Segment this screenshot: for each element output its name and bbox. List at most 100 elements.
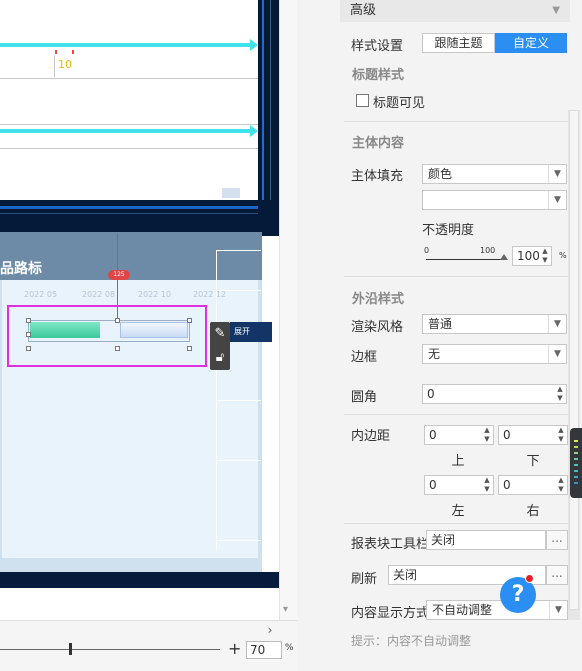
- radius-value: 0: [427, 387, 435, 401]
- edit-icon[interactable]: ✎: [210, 322, 230, 346]
- chevron-down-icon: ▼: [548, 345, 566, 363]
- expand-tab[interactable]: 展开: [230, 322, 272, 342]
- padding-bottom-label: 下: [526, 454, 540, 469]
- toolbar-field[interactable]: 关闭: [426, 530, 546, 550]
- toolbar-label: 报表块工具栏: [351, 537, 430, 552]
- cyan-series-line: [0, 39, 258, 51]
- refresh-more-button[interactable]: ...: [546, 565, 568, 585]
- padding-right-label: 右: [526, 504, 540, 519]
- spinner-icon[interactable]: ▲ ▼: [481, 426, 493, 444]
- refresh-label: 刷新: [351, 572, 378, 587]
- unlock-icon[interactable]: 🔓︎: [210, 346, 230, 370]
- advanced-header-label: 高级: [350, 3, 377, 18]
- chevron-down-icon: ▼: [548, 191, 566, 209]
- floating-toolbar: ✎ 🔓︎: [210, 322, 230, 370]
- grid-line: [0, 124, 258, 125]
- padding-top-value: 0: [429, 428, 437, 442]
- render-style-select[interactable]: 普通 ▼: [422, 314, 567, 334]
- padding-right-value: 0: [503, 478, 511, 492]
- side-meter-widget[interactable]: [570, 428, 582, 498]
- zoom-input[interactable]: 70: [246, 641, 282, 659]
- display-mode-select[interactable]: 不自动调整 ▼: [426, 600, 568, 620]
- fill-color-picker[interactable]: ▼: [422, 190, 567, 210]
- tick-mark: [72, 50, 74, 54]
- panel-scrollbar[interactable]: [568, 110, 580, 620]
- follow-theme-button[interactable]: 跟随主题: [422, 33, 495, 53]
- render-style-value: 普通: [428, 317, 453, 331]
- canvas-vertical-scrollbar[interactable]: ▾: [279, 0, 297, 620]
- title-visible-checkbox[interactable]: [356, 94, 369, 107]
- zoom-slider-track[interactable]: [0, 649, 220, 650]
- padding-left-input[interactable]: 0 ▲ ▼: [424, 475, 494, 495]
- opacity-slider-thumb[interactable]: [500, 254, 508, 260]
- zoom-slider-thumb[interactable]: [69, 643, 72, 655]
- divider: [344, 121, 570, 122]
- canvas-bottom: [0, 572, 279, 620]
- advanced-header[interactable]: 高级 ▼: [340, 0, 570, 22]
- divider: [344, 523, 570, 524]
- border-section: 外沿样式: [352, 292, 405, 307]
- body-fill-label: 主体填充: [351, 169, 404, 184]
- toolbar-more-button[interactable]: ...: [546, 530, 568, 550]
- opacity-slider-track[interactable]: [426, 259, 506, 260]
- spinner-icon[interactable]: ▲ ▼: [481, 476, 493, 494]
- border-select[interactable]: 无 ▼: [422, 344, 567, 364]
- padding-bottom-input[interactable]: 0 ▲ ▼: [498, 425, 568, 445]
- padding-top-input[interactable]: 0 ▲ ▼: [424, 425, 494, 445]
- chevron-down-icon: ▼: [548, 165, 566, 183]
- render-style-label: 渲染风格: [351, 320, 404, 335]
- style-setting-label: 样式设置: [351, 39, 404, 54]
- padding-right-input[interactable]: 0 ▲ ▼: [498, 475, 568, 495]
- chevron-down-icon: ▼: [549, 601, 567, 619]
- custom-style-button[interactable]: 自定义: [495, 33, 567, 53]
- spinner-icon[interactable]: ▲ ▼: [539, 247, 551, 265]
- zoom-unit: %: [285, 643, 294, 653]
- chart-title: 品路标: [0, 261, 42, 277]
- grid-line: [0, 148, 258, 149]
- collapse-icon[interactable]: ▼: [552, 0, 560, 22]
- dark-band: [0, 200, 279, 236]
- border-label: 边框: [351, 350, 378, 365]
- body-fill-select[interactable]: 颜色 ▼: [422, 164, 567, 184]
- spinner-icon[interactable]: ▲ ▼: [555, 476, 567, 494]
- padding-label: 内边距: [351, 429, 391, 444]
- padding-left-label: 左: [451, 504, 465, 519]
- grid-line: [0, 78, 258, 79]
- title-visible-label: 标题可见: [373, 96, 426, 111]
- design-canvas[interactable]: 10 品路标 2022 05 2022 08 2022 10 2022 12 1…: [0, 0, 279, 620]
- opacity-label: 不透明度: [422, 223, 475, 238]
- opacity-max-label: 100: [480, 246, 496, 255]
- right-frame-lines: [216, 250, 261, 550]
- status-bar: › + 70 %: [0, 620, 297, 671]
- divider: [344, 276, 570, 277]
- report-block-top[interactable]: [0, 0, 258, 200]
- axis-value-label: 10: [58, 58, 72, 71]
- spinner-icon[interactable]: ▲ ▼: [554, 385, 566, 403]
- opacity-input[interactable]: 100 ▲ ▼: [512, 246, 552, 266]
- zoom-in-button[interactable]: +: [228, 639, 241, 658]
- mini-selection: [222, 188, 240, 198]
- scroll-right-icon[interactable]: ›: [262, 623, 278, 637]
- scroll-down-icon[interactable]: ▾: [283, 604, 288, 615]
- grid-line: [54, 55, 55, 77]
- dark-frame-edge: [258, 0, 279, 212]
- date-tick: 2022 08: [82, 290, 116, 299]
- body-fill-value: 颜色: [428, 167, 453, 181]
- title-style-section: 标题样式: [352, 68, 405, 83]
- spinner-icon[interactable]: ▲ ▼: [555, 426, 567, 444]
- date-tick: 2022 10: [138, 290, 172, 299]
- radius-input[interactable]: 0 ▲ ▼: [422, 384, 567, 404]
- padding-left-value: 0: [429, 478, 437, 492]
- divider: [344, 414, 570, 415]
- selection-rectangle[interactable]: [7, 305, 207, 367]
- tick-mark: [55, 50, 57, 54]
- display-mode-label: 内容显示方式: [351, 606, 430, 621]
- radius-label: 圆角: [351, 390, 378, 405]
- chevron-down-icon: ▼: [548, 315, 566, 333]
- opacity-min-label: 0: [424, 246, 430, 255]
- cyan-series-line: [0, 125, 258, 137]
- body-section: 主体内容: [352, 136, 405, 151]
- opacity-unit: %: [559, 251, 567, 260]
- border-value: 无: [428, 347, 441, 361]
- notification-dot: [525, 574, 534, 583]
